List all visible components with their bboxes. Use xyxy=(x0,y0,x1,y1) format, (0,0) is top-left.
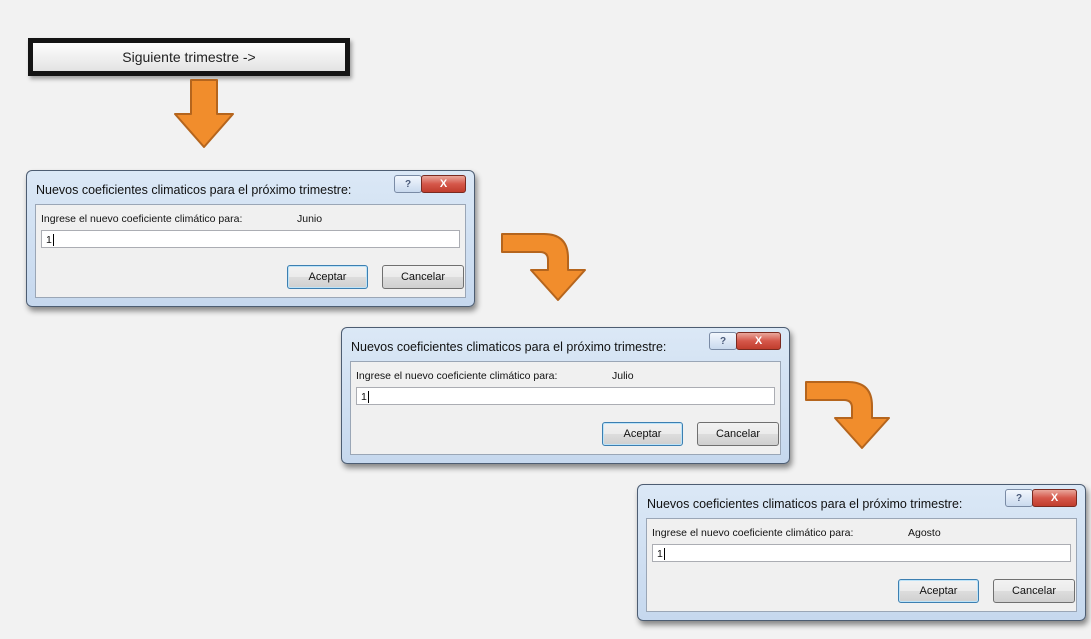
input-value: 1 xyxy=(46,234,54,246)
dialog-body: Ingrese el nuevo coeficiente climático p… xyxy=(35,204,466,298)
cancel-label: Cancelar xyxy=(1011,585,1057,597)
prompt-label: Ingrese el nuevo coeficiente climático p… xyxy=(652,527,854,539)
title-bar[interactable]: Nuevos coeficientes climaticos para el p… xyxy=(638,485,1085,519)
close-icon: X xyxy=(754,335,763,347)
next-quarter-label: Siguiente trimestre -> xyxy=(122,49,256,65)
month-label: Julio xyxy=(612,370,634,382)
coefficient-dialog-julio: Nuevos coeficientes climaticos para el p… xyxy=(341,327,790,464)
dialog-title: Nuevos coeficientes climaticos para el p… xyxy=(351,340,667,354)
accept-button[interactable]: Aceptar xyxy=(287,265,368,289)
input-value: 1 xyxy=(657,548,665,560)
prompt-label: Ingrese el nuevo coeficiente climático p… xyxy=(41,213,243,225)
accept-button[interactable]: Aceptar xyxy=(898,579,979,603)
dialog-title: Nuevos coeficientes climaticos para el p… xyxy=(647,497,963,511)
cancel-button[interactable]: Cancelar xyxy=(697,422,779,446)
coefficient-input[interactable]: 1 xyxy=(41,230,460,248)
coefficient-dialog-agosto: Nuevos coeficientes climaticos para el p… xyxy=(637,484,1086,621)
title-bar[interactable]: Nuevos coeficientes climaticos para el p… xyxy=(342,328,789,362)
next-quarter-button[interactable]: Siguiente trimestre -> xyxy=(28,38,350,76)
prompt-label: Ingrese el nuevo coeficiente climático p… xyxy=(356,370,558,382)
cancel-button[interactable]: Cancelar xyxy=(382,265,464,289)
title-bar[interactable]: Nuevos coeficientes climaticos para el p… xyxy=(27,171,474,205)
coefficient-input[interactable]: 1 xyxy=(652,544,1071,562)
cancel-button[interactable]: Cancelar xyxy=(993,579,1075,603)
dialog-body: Ingrese el nuevo coeficiente climático p… xyxy=(350,361,781,455)
down-arrow-icon xyxy=(174,79,234,148)
close-button[interactable]: X xyxy=(1032,489,1077,507)
input-value: 1 xyxy=(361,391,369,403)
help-icon: ? xyxy=(404,178,412,190)
close-button[interactable]: X xyxy=(736,332,781,350)
help-button[interactable]: ? xyxy=(709,332,737,350)
dialog-title: Nuevos coeficientes climaticos para el p… xyxy=(36,183,352,197)
accept-label: Aceptar xyxy=(919,585,958,597)
accept-button[interactable]: Aceptar xyxy=(602,422,683,446)
accept-label: Aceptar xyxy=(308,271,347,283)
help-button[interactable]: ? xyxy=(1005,489,1033,507)
help-icon: ? xyxy=(1015,492,1023,504)
coefficient-input[interactable]: 1 xyxy=(356,387,775,405)
month-label: Junio xyxy=(297,213,323,225)
close-icon: X xyxy=(439,178,448,190)
close-button[interactable]: X xyxy=(421,175,466,193)
cancel-label: Cancelar xyxy=(400,271,446,283)
month-label: Agosto xyxy=(908,527,941,539)
curved-arrow-icon xyxy=(805,381,890,449)
cancel-label: Cancelar xyxy=(715,428,761,440)
accept-label: Aceptar xyxy=(623,428,662,440)
dialog-body: Ingrese el nuevo coeficiente climático p… xyxy=(646,518,1077,612)
help-icon: ? xyxy=(719,335,727,347)
curved-arrow-icon xyxy=(501,233,586,301)
close-icon: X xyxy=(1050,492,1059,504)
help-button[interactable]: ? xyxy=(394,175,422,193)
coefficient-dialog-junio: Nuevos coeficientes climaticos para el p… xyxy=(26,170,475,307)
